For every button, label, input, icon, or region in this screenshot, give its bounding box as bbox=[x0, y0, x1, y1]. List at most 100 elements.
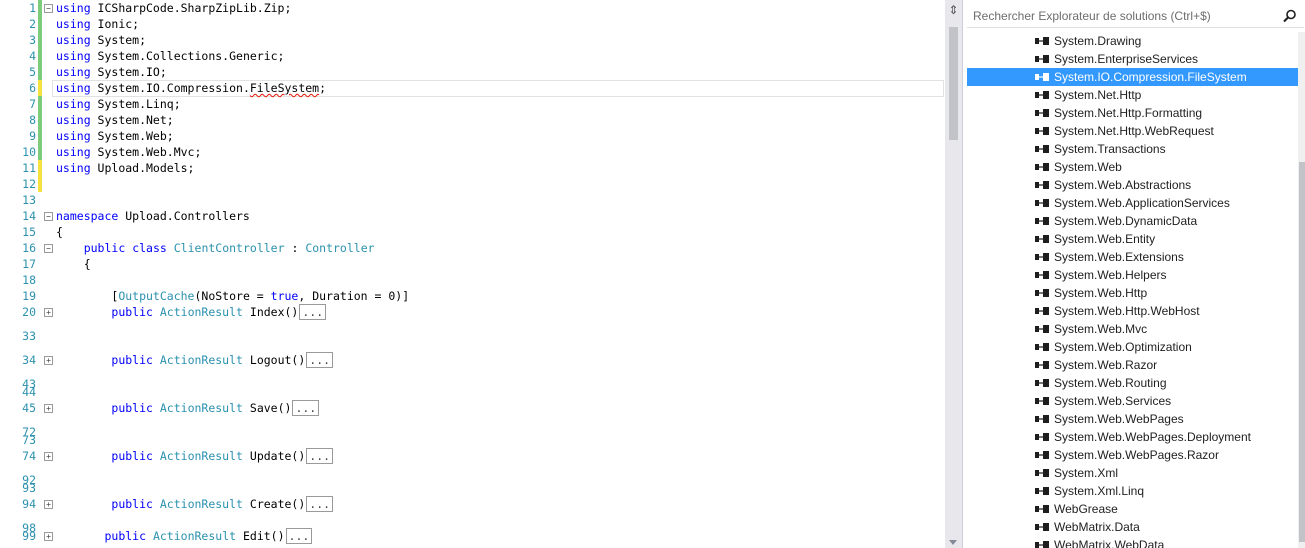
tree-item-reference[interactable]: System.Transactions bbox=[967, 140, 1301, 158]
tree-item-reference[interactable]: System.Web.Helpers bbox=[967, 266, 1301, 284]
tree-item-reference[interactable]: System.Web.Mvc bbox=[967, 320, 1301, 338]
code-line[interactable]: 73 bbox=[0, 432, 945, 448]
code-line[interactable]: 12 bbox=[0, 176, 945, 192]
reference-icon bbox=[1035, 235, 1049, 243]
expand-outline-icon[interactable]: + bbox=[44, 404, 53, 413]
line-number: 99 bbox=[22, 529, 36, 543]
code-line[interactable]: 14− namespace Upload.Controllers bbox=[0, 208, 945, 224]
code-line[interactable]: 99 + public ActionResult Edit()... bbox=[0, 528, 945, 544]
line-number: 12 bbox=[22, 177, 36, 191]
collapsed-region-button[interactable]: ... bbox=[292, 400, 320, 416]
line-number: 3 bbox=[29, 33, 36, 47]
collapsed-region-button[interactable]: ... bbox=[306, 448, 334, 464]
code-line[interactable]: 15 { bbox=[0, 224, 945, 240]
tree-item-reference[interactable]: System.Net.Http.Formatting bbox=[967, 104, 1301, 122]
tree-item-label: System.Web.Http.WebHost bbox=[1054, 304, 1200, 318]
reference-icon bbox=[1035, 199, 1049, 207]
code-text: using System.Web.Mvc; bbox=[56, 145, 202, 159]
tree-item-label: WebMatrix.Data bbox=[1054, 520, 1140, 534]
code-line[interactable]: 17 { bbox=[0, 256, 945, 272]
tree-item-reference[interactable]: System.Web.WebPages.Razor bbox=[967, 446, 1301, 464]
expand-outline-icon[interactable]: + bbox=[44, 532, 53, 541]
editor-vertical-scrollbar[interactable]: ⇕ bbox=[945, 0, 962, 548]
explorer-scrollbar-thumb[interactable] bbox=[1299, 162, 1305, 542]
tree-item-reference[interactable]: System.Xml.Linq bbox=[967, 482, 1301, 500]
tree-item-reference[interactable]: System.Web.Abstractions bbox=[967, 176, 1301, 194]
expand-outline-icon[interactable]: + bbox=[44, 356, 53, 365]
tree-item-reference[interactable]: System.Web.ApplicationServices bbox=[967, 194, 1301, 212]
scroll-down-arrow-icon[interactable] bbox=[949, 540, 957, 545]
collapse-outline-icon[interactable]: − bbox=[44, 244, 53, 253]
code-editor[interactable]: 1− using ICSharpCode.SharpZipLib.Zip; 2 usi… bbox=[0, 0, 945, 548]
code-line[interactable]: 4 using System.Collections.Generic; bbox=[0, 48, 945, 64]
tree-item-reference[interactable]: System.Net.Http bbox=[967, 86, 1301, 104]
code-line[interactable]: 2 using Ionic; bbox=[0, 16, 945, 32]
search-box[interactable]: Rechercher Explorateur de solutions (Ctr… bbox=[967, 5, 1304, 28]
code-line[interactable]: 16− public class ClientController : Cont… bbox=[0, 240, 945, 256]
code-line[interactable]: 93 bbox=[0, 480, 945, 496]
tree-item-reference[interactable]: System.EnterpriseServices bbox=[967, 50, 1301, 68]
expand-outline-icon[interactable]: + bbox=[44, 500, 53, 509]
tree-item-reference[interactable]: System.IO.Compression.FileSystem bbox=[967, 68, 1301, 86]
search-input[interactable]: Rechercher Explorateur de solutions (Ctr… bbox=[973, 9, 1211, 23]
tree-item-reference[interactable]: WebMatrix.Data bbox=[967, 518, 1301, 536]
explorer-scrollbar[interactable] bbox=[1298, 32, 1305, 548]
tree-item-reference[interactable]: WebMatrix.WebData bbox=[967, 536, 1301, 548]
collapsed-region-button[interactable]: ... bbox=[306, 352, 334, 368]
code-text: using System.Web; bbox=[56, 129, 174, 143]
tree-item-reference[interactable]: System.Web.Optimization bbox=[967, 338, 1301, 356]
tree-item-reference[interactable]: System.Xml bbox=[967, 464, 1301, 482]
collapsed-region-button[interactable]: ... bbox=[285, 528, 313, 544]
unsaved-change-marker bbox=[38, 80, 42, 96]
code-line[interactable]: 7 using System.Linq; bbox=[0, 96, 945, 112]
code-line[interactable]: 3 using System; bbox=[0, 32, 945, 48]
tree-item-reference[interactable]: System.Drawing bbox=[967, 32, 1301, 50]
collapse-outline-icon[interactable]: − bbox=[44, 212, 53, 221]
tree-item-reference[interactable]: System.Web.WebPages.Deployment bbox=[967, 428, 1301, 446]
code-line[interactable]: 6 using System.IO.Compression.FileSystem; bbox=[0, 80, 945, 96]
collapsed-region-button[interactable]: ... bbox=[299, 304, 327, 320]
code-line[interactable]: 74 + public ActionResult Update()... bbox=[0, 448, 945, 464]
reference-icon bbox=[1035, 163, 1049, 171]
scrollbar-thumb[interactable] bbox=[949, 27, 958, 140]
tree-item-reference[interactable]: System.Web.Entity bbox=[967, 230, 1301, 248]
reference-icon bbox=[1035, 433, 1049, 441]
collapse-outline-icon[interactable]: − bbox=[44, 4, 53, 13]
code-line[interactable]: 33 bbox=[0, 328, 945, 344]
code-line[interactable]: 19 [OutputCache(NoStore = true, Duration… bbox=[0, 288, 945, 304]
expand-outline-icon[interactable]: + bbox=[44, 308, 53, 317]
tree-item-reference[interactable]: System.Web.Razor bbox=[967, 356, 1301, 374]
tree-item-reference[interactable]: System.Web.Http.WebHost bbox=[967, 302, 1301, 320]
tree-item-reference[interactable]: WebGrease bbox=[967, 500, 1301, 518]
tree-item-reference[interactable]: System.Web.Extensions bbox=[967, 248, 1301, 266]
tree-item-reference[interactable]: System.Web.DynamicData bbox=[967, 212, 1301, 230]
tree-item-reference[interactable]: System.Web.Routing bbox=[967, 374, 1301, 392]
split-grip-icon[interactable]: ⇕ bbox=[945, 2, 962, 18]
tree-item-reference[interactable]: System.Web.Services bbox=[967, 392, 1301, 410]
tree-item-reference[interactable]: System.Web.Http bbox=[967, 284, 1301, 302]
code-line[interactable]: 10 using System.Web.Mvc; bbox=[0, 144, 945, 160]
code-line[interactable]: 8 using System.Net; bbox=[0, 112, 945, 128]
code-line[interactable]: 5 using System.IO; bbox=[0, 64, 945, 80]
code-line[interactable]: 45 + public ActionResult Save()... bbox=[0, 400, 945, 416]
code-line[interactable]: 1− using ICSharpCode.SharpZipLib.Zip; bbox=[0, 0, 945, 16]
line-number: 2 bbox=[29, 17, 36, 31]
code-text: public ActionResult Index()... bbox=[56, 304, 327, 320]
expand-outline-icon[interactable]: + bbox=[44, 452, 53, 461]
tree-item-reference[interactable]: System.Web bbox=[967, 158, 1301, 176]
collapsed-region-button[interactable]: ... bbox=[306, 496, 334, 512]
code-line[interactable]: 34 + public ActionResult Logout()... bbox=[0, 352, 945, 368]
code-line[interactable]: 44 bbox=[0, 384, 945, 400]
code-line[interactable]: 94 + public ActionResult Create()... bbox=[0, 496, 945, 512]
code-line[interactable]: 20 + public ActionResult Index()... bbox=[0, 304, 945, 320]
tree-item-label: System.Web.Helpers bbox=[1054, 268, 1167, 282]
tree-item-reference[interactable]: System.Web.WebPages bbox=[967, 410, 1301, 428]
code-text: public ActionResult Logout()... bbox=[56, 352, 334, 368]
code-line[interactable]: 18 bbox=[0, 272, 945, 288]
tree-item-reference[interactable]: System.Net.Http.WebRequest bbox=[967, 122, 1301, 140]
code-line[interactable]: 11 using Upload.Models; bbox=[0, 160, 945, 176]
search-icon[interactable] bbox=[1282, 8, 1298, 24]
code-text: using System.Collections.Generic; bbox=[56, 49, 285, 63]
code-line[interactable]: 9 using System.Web; bbox=[0, 128, 945, 144]
code-line[interactable]: 13 bbox=[0, 192, 945, 208]
